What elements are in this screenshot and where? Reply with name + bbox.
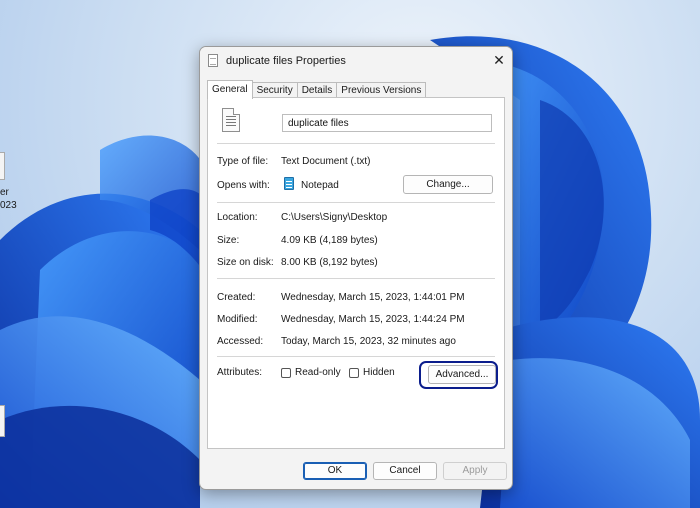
text-file-icon xyxy=(208,54,218,67)
size-label: Size: xyxy=(217,235,240,246)
size-on-disk-label: Size on disk: xyxy=(217,257,274,268)
size-on-disk-value: 8.00 KB (8,192 bytes) xyxy=(281,257,378,268)
modified-label: Modified: xyxy=(217,314,258,325)
location-label: Location: xyxy=(217,212,258,223)
accessed-value: Today, March 15, 2023, 32 minutes ago xyxy=(281,336,456,347)
divider xyxy=(217,356,495,357)
created-label: Created: xyxy=(217,292,256,303)
read-only-box[interactable] xyxy=(281,367,291,378)
tab-general[interactable]: General xyxy=(207,80,253,99)
ok-button[interactable]: OK xyxy=(303,462,367,480)
hidden-checkbox[interactable]: Hidden xyxy=(349,367,395,378)
location-value: C:\Users\Signy\Desktop xyxy=(281,212,388,223)
read-only-label: Read-only xyxy=(295,367,341,378)
change-button[interactable]: Change... xyxy=(403,175,493,194)
desktop-icon-fragment-lower[interactable] xyxy=(0,405,5,437)
divider xyxy=(217,143,495,144)
divider xyxy=(217,278,495,279)
created-value: Wednesday, March 15, 2023, 1:44:01 PM xyxy=(281,292,465,303)
window-title: duplicate files Properties xyxy=(226,55,346,67)
type-of-file-label: Type of file: xyxy=(217,156,269,167)
divider xyxy=(217,202,495,203)
attributes-label: Attributes: xyxy=(217,367,263,378)
advanced-button[interactable]: Advanced... xyxy=(428,365,496,384)
read-only-checkbox[interactable]: Read-only xyxy=(281,367,341,378)
size-value: 4.09 KB (4,189 bytes) xyxy=(281,235,378,246)
hidden-label: Hidden xyxy=(363,367,395,378)
tab-strip: General Security Details Previous Versio… xyxy=(207,80,427,99)
desktop-icon-label[interactable]: er xyxy=(0,187,9,198)
document-fold xyxy=(233,108,240,115)
document-icon xyxy=(222,108,240,132)
cancel-button[interactable]: Cancel xyxy=(373,462,437,480)
hidden-box[interactable] xyxy=(349,367,359,378)
accessed-label: Accessed: xyxy=(217,336,264,347)
general-tab-panel: Type of file: Text Document (.txt) Opens… xyxy=(207,97,505,449)
close-button[interactable]: ✕ xyxy=(488,49,510,71)
notepad-icon xyxy=(284,177,294,190)
apply-button[interactable]: Apply xyxy=(443,462,507,480)
desktop-icon-fragment[interactable] xyxy=(0,152,5,180)
properties-dialog: duplicate files Properties ✕ General Sec… xyxy=(199,46,513,490)
modified-value: Wednesday, March 15, 2023, 1:44:24 PM xyxy=(281,314,465,325)
desktop-icon-sublabel: 023 xyxy=(0,200,17,211)
opens-with-label: Opens with: xyxy=(217,180,270,191)
file-name-input[interactable] xyxy=(282,114,492,132)
title-bar[interactable]: duplicate files Properties ✕ xyxy=(200,47,512,75)
document-lines xyxy=(226,116,236,128)
opens-with-value: Notepad xyxy=(301,180,339,191)
type-of-file-value: Text Document (.txt) xyxy=(281,156,371,167)
